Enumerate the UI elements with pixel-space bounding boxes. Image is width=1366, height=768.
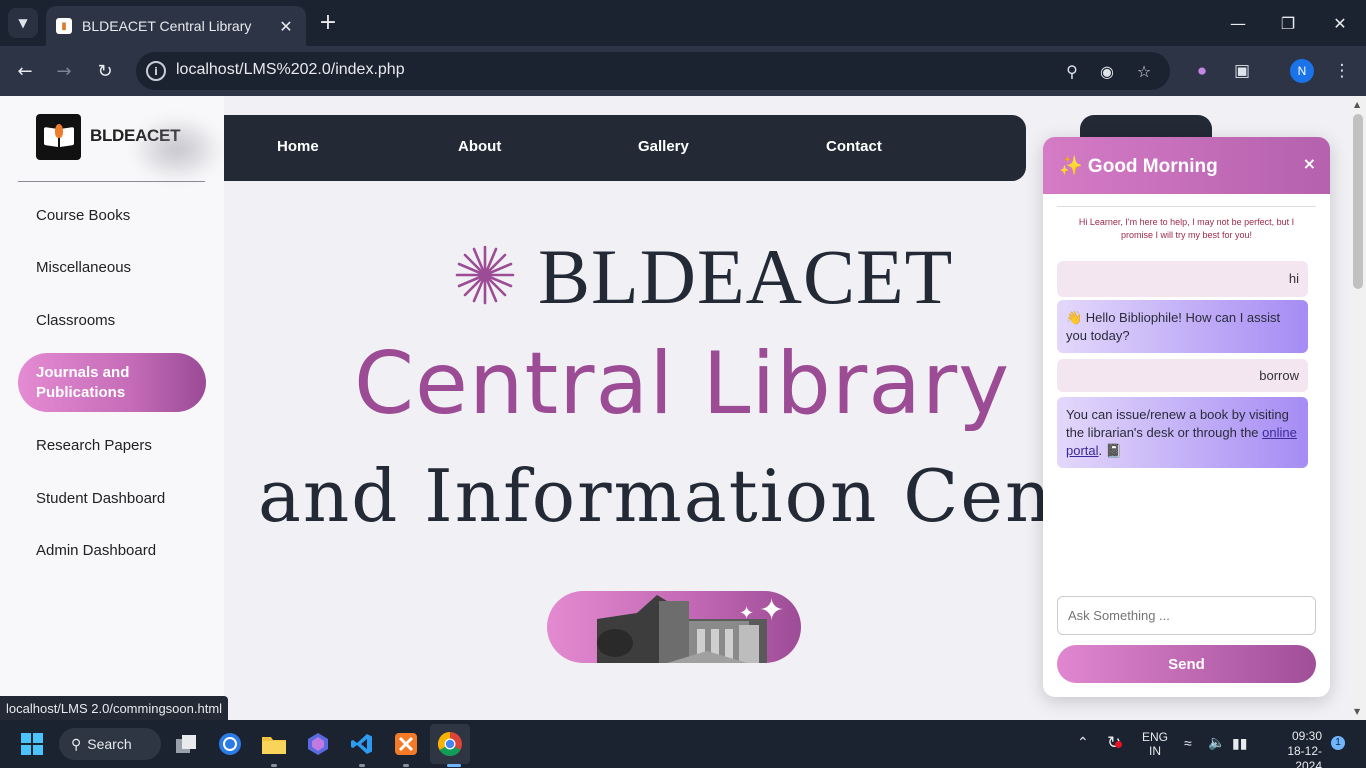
scroll-up-icon[interactable]: ▲: [1354, 100, 1360, 109]
notification-badge[interactable]: 1: [1331, 736, 1345, 750]
taskbar-running-indicator: [271, 764, 277, 767]
nav-contact-link[interactable]: Contact: [826, 138, 882, 155]
nav-home-link[interactable]: Home: [277, 138, 319, 155]
extensions-puzzle-icon[interactable]: ▣: [1230, 59, 1254, 83]
battery-icon[interactable]: ▮▮: [1232, 735, 1247, 752]
sidebar-item-course-books[interactable]: Course Books: [18, 200, 206, 230]
sidebar-divider: [18, 181, 205, 182]
vscode-icon[interactable]: [348, 730, 376, 758]
windows-start-icon[interactable]: [18, 730, 46, 758]
page-scrollbar[interactable]: ▲ ▼: [1350, 96, 1366, 720]
sparkle-icon: ✦: [739, 603, 755, 624]
clock-date: 18-12-2024: [1287, 744, 1322, 768]
language-indicator[interactable]: ENG IN: [1142, 730, 1168, 758]
search-icon: ⚲: [71, 735, 82, 752]
new-tab-icon[interactable]: +: [314, 8, 342, 36]
taskbar-search-label: Search: [87, 736, 132, 752]
copilot-icon[interactable]: [304, 730, 332, 758]
sidebar-item-classrooms[interactable]: Classrooms: [18, 305, 206, 335]
page-viewport: BLDEACET Course Books Miscellaneous Clas…: [0, 96, 1350, 720]
chat-greeting: ✨ Good Morning: [1059, 156, 1218, 177]
taskbar-running-indicator: [359, 764, 365, 767]
chat-close-icon[interactable]: ×: [1303, 154, 1316, 173]
wifi-icon[interactable]: ≈: [1184, 735, 1192, 751]
sidebar-item-student-dashboard[interactable]: Student Dashboard: [18, 483, 206, 513]
reload-icon[interactable]: ↻: [91, 57, 119, 85]
library-building-image: [597, 595, 767, 663]
minimize-icon[interactable]: —: [1214, 8, 1262, 38]
profile-avatar[interactable]: N: [1290, 59, 1314, 83]
task-view-icon[interactable]: [172, 730, 200, 758]
media-cast-icon[interactable]: ⦁: [1190, 59, 1214, 83]
forward-icon[interactable]: →: [50, 57, 78, 85]
tab-search-chevron-icon[interactable]: ▼: [8, 8, 38, 38]
browser-toolbar: ← → ↻ i localhost/LMS%202.0/index.php ⚲ …: [0, 46, 1366, 96]
tracking-protection-eye-icon[interactable]: ◉: [1096, 60, 1118, 82]
book-favicon-icon: ▮: [56, 18, 72, 34]
hero-title-bldeacet: BLDEACET: [538, 233, 954, 320]
bookmark-star-icon[interactable]: ☆: [1133, 60, 1155, 82]
chat-bot-message: 👋 Hello Bibliophile! How can I assist yo…: [1057, 300, 1308, 353]
logo-shadow-decoration: [130, 116, 224, 182]
chat-bot-message: You can issue/renew a book by visiting t…: [1057, 397, 1308, 468]
chat-user-message: hi: [1057, 261, 1308, 297]
hero-title-central-library: Central Library: [354, 334, 1011, 434]
sidebar-item-miscellaneous[interactable]: Miscellaneous: [18, 252, 206, 282]
chat-bot-text: You can issue/renew a book by visiting t…: [1066, 407, 1289, 440]
windows-taskbar: ⚲ Search ⌃ ↻ ENG IN ≈ 🔈 ▮▮ 09:30 18-12-2…: [0, 720, 1366, 768]
address-bar[interactable]: i localhost/LMS%202.0/index.php ⚲ ◉ ☆: [136, 52, 1170, 90]
taskbar-active-indicator: [447, 764, 461, 767]
tab-title: BLDEACET Central Library: [82, 18, 252, 34]
sparkle-large-icon: ✦: [759, 593, 785, 628]
hero-title-information-center: and Information Center: [258, 454, 1166, 538]
chatbot-widget: ✨ Good Morning × Hi Learner, I'm here to…: [1043, 137, 1330, 697]
back-icon[interactable]: ←: [11, 57, 39, 85]
starburst-icon: [455, 245, 515, 305]
xampp-icon[interactable]: [392, 730, 420, 758]
library-logo[interactable]: [36, 114, 81, 160]
restore-icon[interactable]: ❐: [1264, 8, 1312, 38]
chrome-icon[interactable]: [436, 730, 464, 758]
hero-building-banner[interactable]: ✦ ✦ ✦: [547, 591, 801, 663]
open-book-icon: [43, 124, 74, 148]
tab-close-icon[interactable]: ✕: [276, 17, 296, 36]
chat-input[interactable]: [1057, 596, 1316, 635]
scroll-down-icon[interactable]: ▼: [1354, 707, 1360, 716]
sync-alert-icon[interactable]: ↻: [1107, 733, 1123, 753]
chat-intro-text: Hi Learner, I'm here to help, I may not …: [1078, 217, 1295, 240]
file-explorer-icon[interactable]: [260, 730, 288, 758]
sparkle-small-icon: ✦: [767, 591, 775, 594]
language-code: ENG: [1142, 730, 1169, 744]
chat-user-message: borrow: [1057, 359, 1308, 392]
taskbar-running-indicator: [403, 764, 409, 767]
volume-icon[interactable]: 🔈: [1208, 734, 1225, 751]
top-navigation: Home About Gallery Contact: [224, 115, 1026, 181]
sidebar: BLDEACET Course Books Miscellaneous Clas…: [0, 96, 224, 720]
scrollbar-thumb[interactable]: [1353, 114, 1363, 289]
link-hover-status: localhost/LMS 2.0/commingsoon.html: [0, 696, 229, 720]
sidebar-item-research-papers[interactable]: Research Papers: [18, 430, 206, 460]
browser-menu-icon[interactable]: ⋮: [1330, 59, 1354, 83]
send-button[interactable]: Send: [1057, 645, 1316, 683]
edge-sync-icon[interactable]: [216, 730, 244, 758]
chat-bot-text-end: . 📓: [1098, 443, 1122, 458]
clock[interactable]: 09:30 18-12-2024: [1264, 729, 1322, 768]
browser-tab-strip: ▼ ▮ BLDEACET Central Library ✕ + — ❐ ✕: [0, 0, 1366, 46]
browser-tab[interactable]: ▮ BLDEACET Central Library ✕: [46, 6, 306, 46]
region-code: IN: [1149, 744, 1161, 758]
chat-divider: [1057, 206, 1316, 207]
sidebar-item-journals-and-publications[interactable]: Journals and Publications: [18, 353, 206, 412]
tray-overflow-chevron-icon[interactable]: ⌃: [1077, 734, 1089, 751]
zoom-icon[interactable]: ⚲: [1061, 60, 1083, 82]
taskbar-search[interactable]: ⚲ Search: [59, 728, 161, 760]
window-close-icon[interactable]: ✕: [1316, 8, 1364, 38]
nav-about-link[interactable]: About: [458, 138, 501, 155]
address-url[interactable]: localhost/LMS%202.0/index.php: [176, 61, 405, 79]
site-info-icon[interactable]: i: [146, 61, 166, 81]
nav-gallery-link[interactable]: Gallery: [638, 138, 689, 155]
chat-header: ✨ Good Morning ×: [1043, 137, 1330, 194]
clock-time: 09:30: [1291, 729, 1322, 743]
sidebar-item-admin-dashboard[interactable]: Admin Dashboard: [18, 535, 206, 565]
